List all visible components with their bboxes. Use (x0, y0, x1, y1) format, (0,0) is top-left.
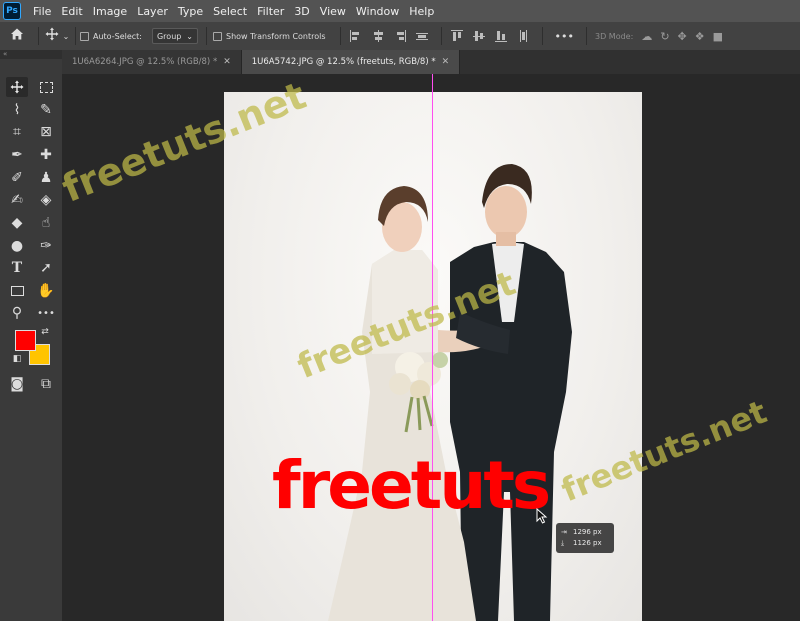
distribute-icon[interactable] (415, 30, 428, 42)
canvas-workspace[interactable]: freetuts ⇥ 1296 px ⤓ 1126 px (62, 74, 800, 621)
path-select-tool-icon[interactable]: ➚ (35, 258, 57, 278)
text-layer[interactable]: freetuts (272, 447, 551, 524)
menu-window[interactable]: Window (351, 5, 404, 18)
photoshop-logo-icon: Ps (3, 2, 21, 20)
separator (586, 27, 588, 45)
move-tool-preset-icon[interactable] (43, 27, 61, 45)
rectangle-tool-icon[interactable] (6, 281, 28, 301)
document-tab-active[interactable]: 1U6A5742.JPG @ 12.5% (freetuts, RGB/8) *… (241, 50, 461, 74)
separator (440, 27, 442, 45)
lasso-tool-icon[interactable]: ⌇ (6, 100, 28, 120)
distribute-vertical-icon[interactable] (517, 30, 529, 42)
auto-select-label: Auto-Select: (93, 31, 142, 41)
measure-width-row: ⇥ 1296 px (561, 527, 609, 538)
frame-tool-icon[interactable]: ⊠ (35, 122, 57, 142)
align-right-icon[interactable] (394, 30, 406, 42)
smudge-tool-icon[interactable]: ☝ (35, 213, 57, 233)
align-left-icon[interactable] (349, 30, 362, 42)
menu-filter[interactable]: Filter (252, 5, 289, 18)
paint-bucket-tool-icon[interactable]: ◆ (6, 213, 28, 233)
separator (205, 27, 207, 45)
guide-line-extension (432, 74, 433, 92)
eyedropper-tool-icon[interactable]: ✒ (6, 145, 28, 165)
crop-tool-icon[interactable]: ⌗ (6, 122, 28, 142)
separator (38, 27, 39, 45)
tab-label: 1U6A6264.JPG @ 12.5% (RGB/8) * (72, 57, 218, 67)
foreground-color-swatch[interactable] (15, 330, 36, 351)
separator (541, 27, 543, 45)
3d-pan-icon[interactable]: ✥ (678, 30, 687, 43)
menu-edit[interactable]: Edit (56, 5, 87, 18)
menu-file[interactable]: File (28, 5, 56, 18)
separator (75, 27, 76, 45)
quick-mask-icon[interactable]: ◙ (6, 374, 28, 394)
separator (339, 27, 341, 45)
height-arrow-icon: ⤓ (561, 539, 565, 547)
close-icon[interactable]: ✕ (223, 57, 231, 67)
menu-bar: Ps File Edit Image Layer Type Select Fil… (0, 0, 800, 22)
3d-roll-icon[interactable]: ↻ (660, 30, 669, 43)
menu-layer[interactable]: Layer (132, 5, 173, 18)
brush-tool-icon[interactable]: ✐ (6, 168, 28, 188)
3d-slide-icon[interactable]: ❖ (695, 30, 705, 43)
quick-select-tool-icon[interactable]: ✎ (35, 100, 57, 120)
history-brush-tool-icon[interactable]: ✍ (6, 190, 28, 210)
align-horizontal-center-icon[interactable] (372, 30, 384, 42)
auto-select-checkbox[interactable] (80, 31, 89, 41)
zoom-tool-icon[interactable]: ⚲ (6, 303, 28, 323)
show-transform-controls-label: Show Transform Controls (225, 31, 326, 41)
3d-mode-label: 3D Mode: (595, 31, 634, 41)
chevron-down-icon[interactable]: ⌄ (61, 32, 71, 41)
menu-select[interactable]: Select (208, 5, 252, 18)
default-colors-icon[interactable]: ◧ (10, 352, 24, 366)
3d-orbit-icon[interactable]: ☁ (641, 30, 652, 43)
measure-height-value: 1126 px (573, 539, 602, 547)
stamp-tool-icon[interactable]: ♟ (35, 168, 57, 188)
auto-select-value: Group (156, 31, 182, 41)
document-tab-bar: 1U6A6264.JPG @ 12.5% (RGB/8) * ✕ 1U6A574… (62, 50, 800, 74)
measure-width-value: 1296 px (573, 528, 602, 536)
hand-tool-icon[interactable]: ✋ (35, 281, 57, 301)
tab-label: 1U6A5742.JPG @ 12.5% (freetuts, RGB/8) * (251, 57, 436, 67)
menu-image[interactable]: Image (88, 5, 132, 18)
auto-select-dropdown[interactable]: Group ⌄ (151, 28, 198, 44)
more-tools-icon[interactable]: ••• (35, 303, 57, 323)
toolbar-collapse-grip[interactable]: « (0, 50, 62, 59)
vertical-guide-line[interactable] (432, 92, 433, 621)
healing-tool-icon[interactable]: ✚ (35, 145, 57, 165)
menu-3d[interactable]: 3D (289, 5, 314, 18)
show-transform-controls-checkbox[interactable] (212, 31, 222, 41)
menu-type[interactable]: Type (173, 5, 208, 18)
close-icon[interactable]: ✕ (442, 57, 450, 67)
eraser-tool-icon[interactable]: ◈ (35, 190, 57, 210)
photoshop-window: Ps File Edit Image Layer Type Select Fil… (0, 0, 800, 621)
document-tab[interactable]: 1U6A6264.JPG @ 12.5% (RGB/8) * ✕ (62, 50, 242, 74)
mouse-cursor-icon (536, 508, 548, 524)
measure-height-row: ⤓ 1126 px (561, 538, 609, 549)
options-bar: ⌄ Auto-Select: Group ⌄ Show Transform Co… (0, 22, 800, 50)
align-top-icon[interactable] (450, 30, 463, 42)
home-icon[interactable] (0, 27, 34, 45)
3d-camera-icon[interactable]: ■ (713, 30, 723, 43)
screen-mode-icon[interactable]: ⧉ (35, 374, 57, 394)
move-tool-icon[interactable] (6, 77, 28, 97)
align-vertical-center-icon[interactable] (472, 30, 485, 42)
chevron-down-icon: ⌄ (186, 31, 193, 41)
menu-help[interactable]: Help (404, 5, 439, 18)
pen-tool-icon[interactable]: ✑ (35, 236, 57, 256)
marquee-tool-icon[interactable] (35, 77, 57, 97)
swap-colors-icon[interactable]: ⇄ (38, 325, 52, 339)
dodge-tool-icon[interactable]: ● (6, 236, 28, 256)
menu-view[interactable]: View (315, 5, 351, 18)
transform-measure-tooltip: ⇥ 1296 px ⤓ 1126 px (556, 523, 614, 553)
width-arrow-icon: ⇥ (561, 528, 567, 536)
more-options-icon[interactable]: ••• (555, 30, 574, 43)
type-tool-icon[interactable]: T (6, 258, 28, 278)
align-bottom-icon[interactable] (494, 30, 507, 42)
